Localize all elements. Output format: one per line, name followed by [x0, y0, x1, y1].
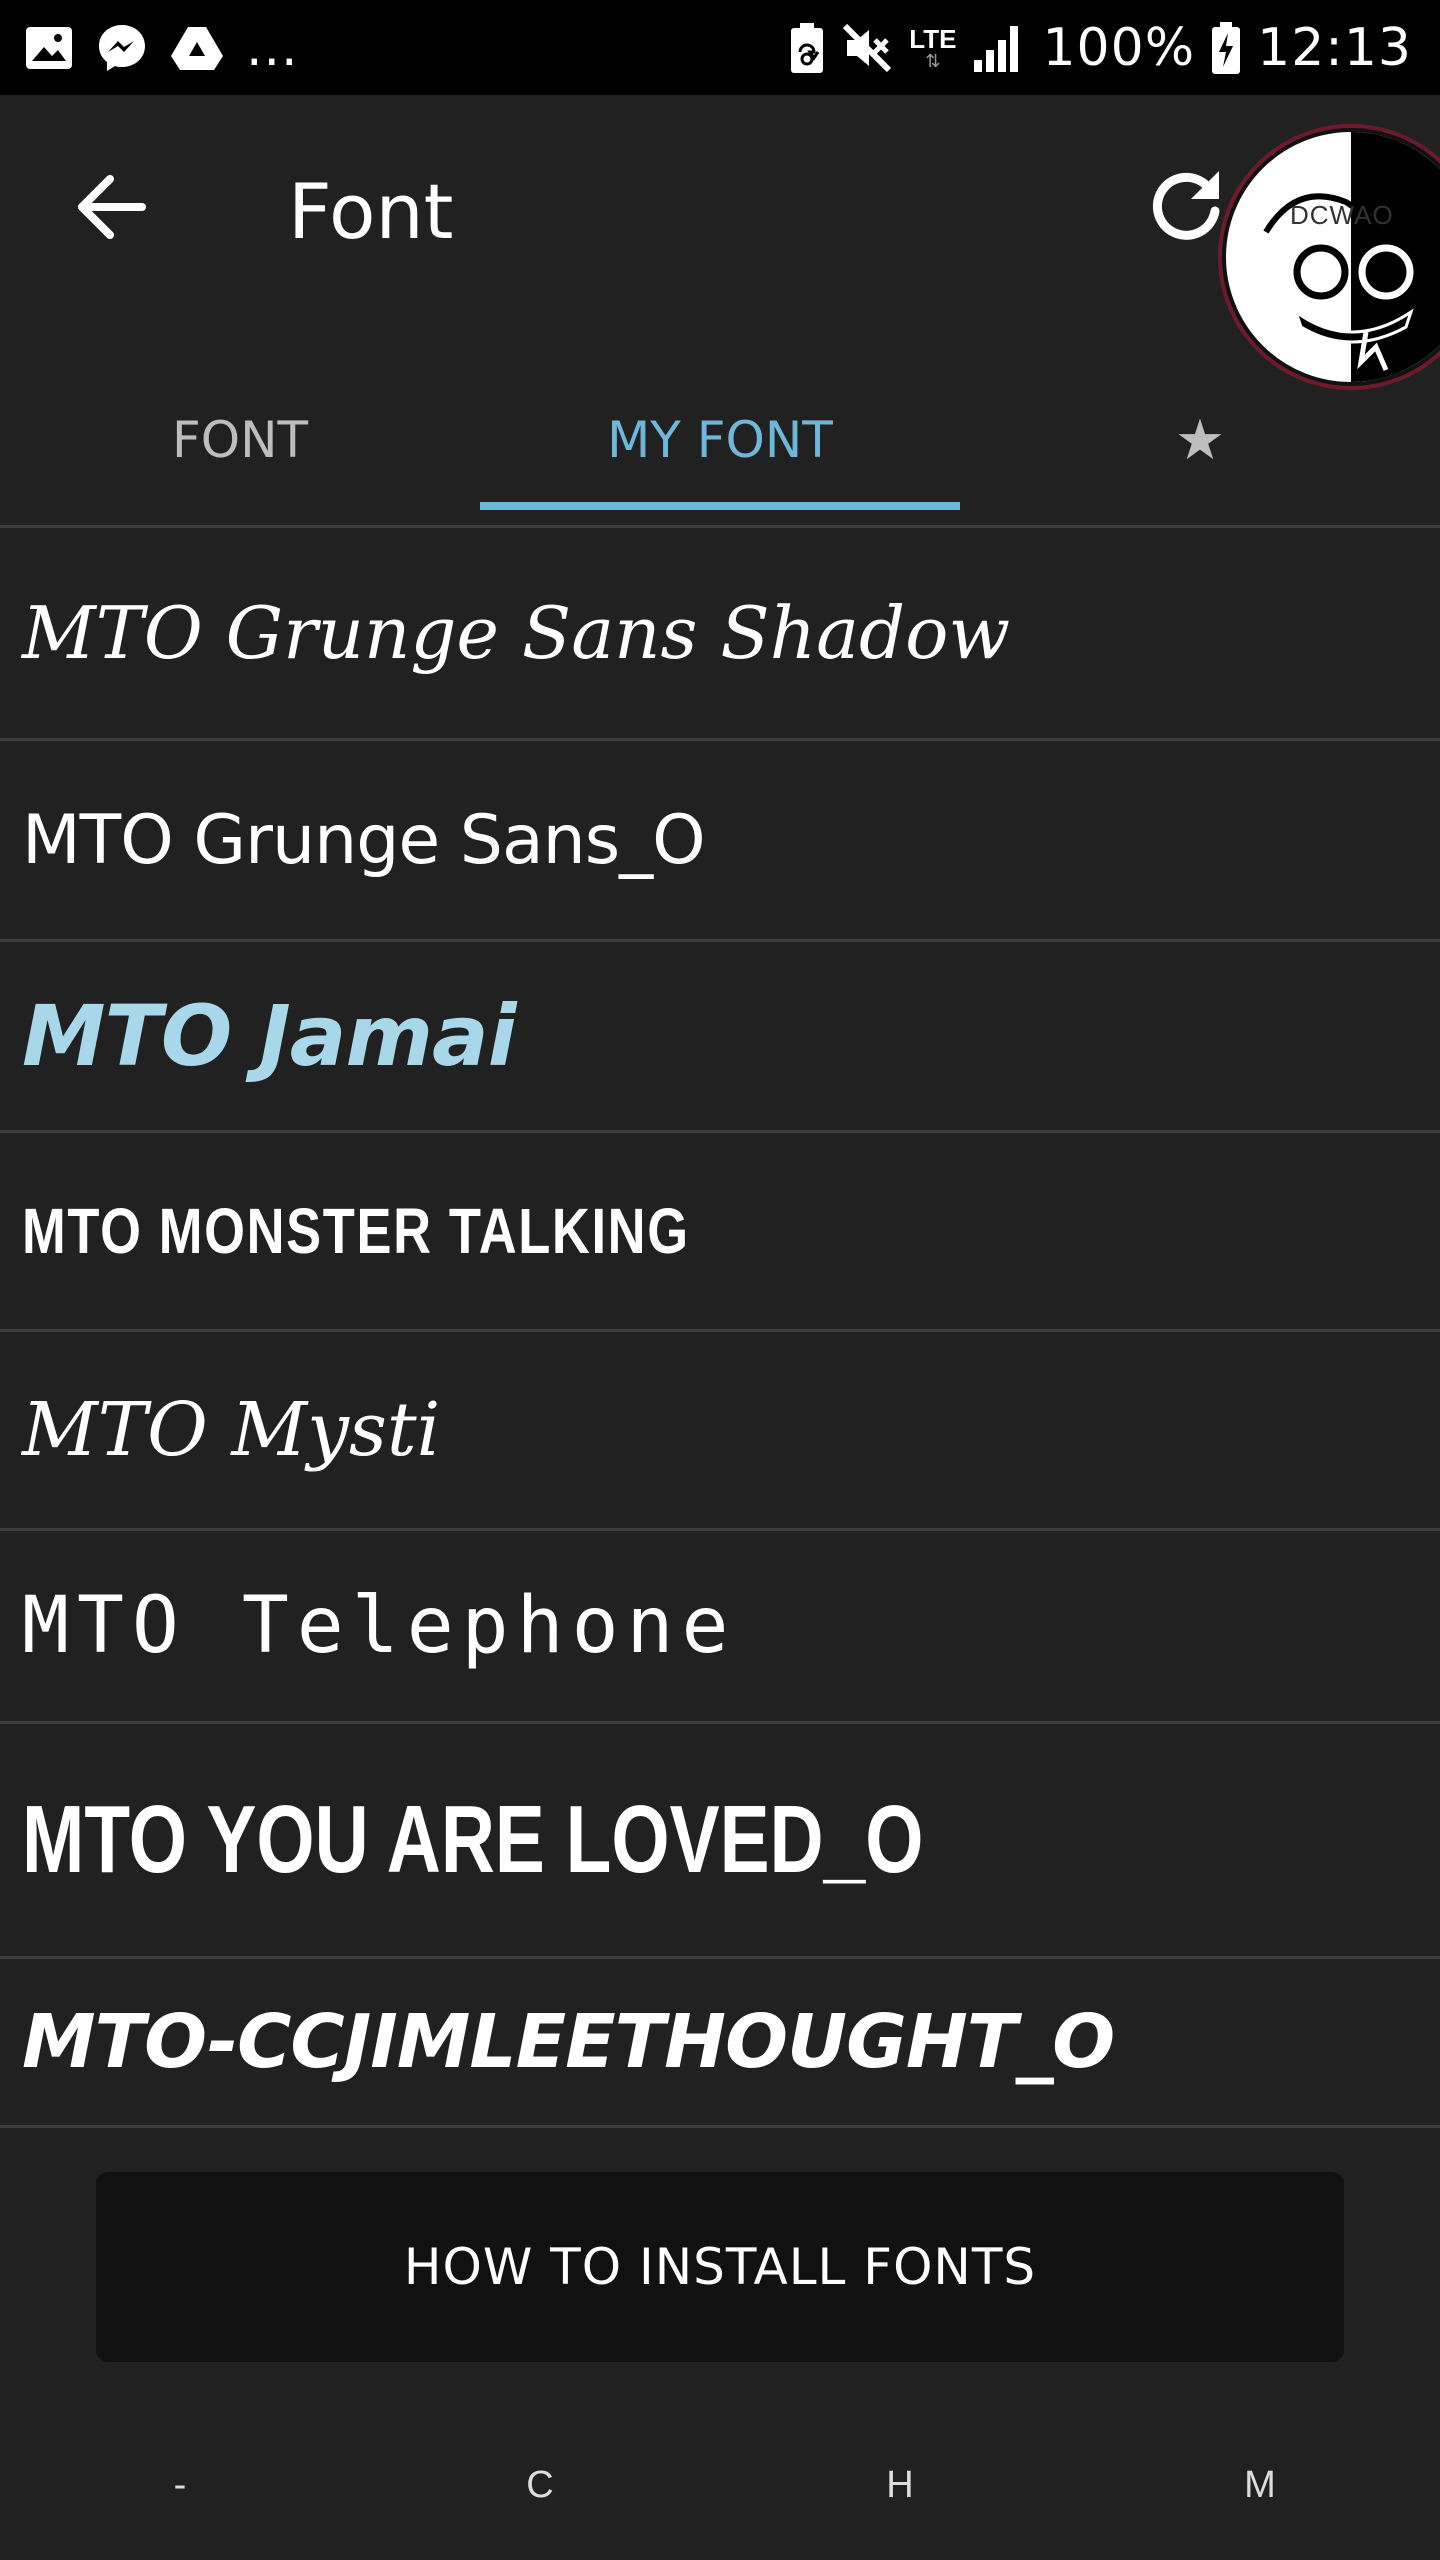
- tab-my-font[interactable]: MY FONT: [480, 355, 960, 525]
- clock: 12:13: [1257, 17, 1412, 78]
- signal-icon: [972, 22, 1026, 74]
- toolbar: Font: [0, 95, 1440, 325]
- font-name: MTO Telephone: [22, 1581, 737, 1671]
- list-item[interactable]: MTO-CCJIMLEETHOUGHT_O: [0, 1959, 1440, 2128]
- screen: ... LTE ⇅ 100% 12:13 Font DCWAO FONT MY …: [0, 0, 1440, 2560]
- avatar-text: DCWAO: [1290, 200, 1394, 230]
- index-item[interactable]: M: [1080, 2440, 1440, 2530]
- battery-charging-icon: [1211, 21, 1241, 75]
- list-item[interactable]: MTO Telephone: [0, 1531, 1440, 1724]
- star-icon: ★: [1174, 407, 1226, 473]
- overflow-indicator: ...: [246, 17, 299, 78]
- status-bar: ... LTE ⇅ 100% 12:13: [0, 0, 1440, 95]
- alphabet-index: - C H M: [0, 2440, 1440, 2530]
- refresh-icon: [1152, 171, 1220, 240]
- index-item[interactable]: H: [720, 2440, 1080, 2530]
- how-to-install-fonts-button[interactable]: HOW TO INSTALL FONTS: [96, 2172, 1344, 2362]
- font-name: MTO MONSTER TALKING: [22, 1195, 690, 1267]
- index-item[interactable]: -: [0, 2440, 360, 2530]
- page-title: Font: [288, 167, 454, 256]
- font-name: MTO Grunge Sans Shadow: [22, 591, 1011, 675]
- font-name: MTO Jamai: [22, 987, 516, 1085]
- list-item[interactable]: MTO Grunge Sans Shadow: [0, 528, 1440, 741]
- avatar-face-icon: [1263, 193, 1414, 371]
- arrow-left-icon: [78, 175, 146, 239]
- font-name: MTO Mysti: [22, 1387, 441, 1473]
- tab-favorites[interactable]: ★: [960, 355, 1440, 525]
- font-name: MTO-CCJIMLEETHOUGHT_O: [22, 1999, 1115, 2085]
- messenger-icon: [96, 22, 148, 74]
- tab-font[interactable]: FONT: [0, 355, 480, 525]
- list-item[interactable]: MTO Grunge Sans_O: [0, 741, 1440, 942]
- notification-icons: ...: [24, 18, 299, 78]
- battery-percentage: 100%: [1042, 17, 1196, 78]
- font-name: MTO YOU ARE LOVED_O: [22, 1786, 924, 1893]
- drive-icon: [170, 24, 224, 72]
- tab-indicator: [480, 502, 960, 510]
- font-list: MTO Grunge Sans Shadow MTO Grunge Sans_O…: [0, 528, 1440, 2128]
- list-item[interactable]: MTO Jamai: [0, 942, 1440, 1133]
- tab-bar: FONT MY FONT ★: [0, 355, 1440, 525]
- index-item[interactable]: C: [360, 2440, 720, 2530]
- gallery-icon: [24, 25, 74, 71]
- list-item[interactable]: MTO MONSTER TALKING: [0, 1133, 1440, 1332]
- lte-icon: LTE ⇅: [909, 23, 957, 71]
- system-icons: LTE ⇅ 100% 12:13: [789, 0, 1412, 95]
- list-item[interactable]: MTO Mysti: [0, 1332, 1440, 1531]
- refresh-button[interactable]: [1145, 165, 1227, 247]
- font-name: MTO Grunge Sans_O: [22, 800, 706, 880]
- avatar[interactable]: DCWAO: [1222, 128, 1440, 386]
- battery-saver-icon: [789, 22, 825, 74]
- back-button[interactable]: [72, 167, 152, 247]
- mute-icon: [841, 22, 893, 74]
- list-item[interactable]: MTO YOU ARE LOVED_O: [0, 1724, 1440, 1959]
